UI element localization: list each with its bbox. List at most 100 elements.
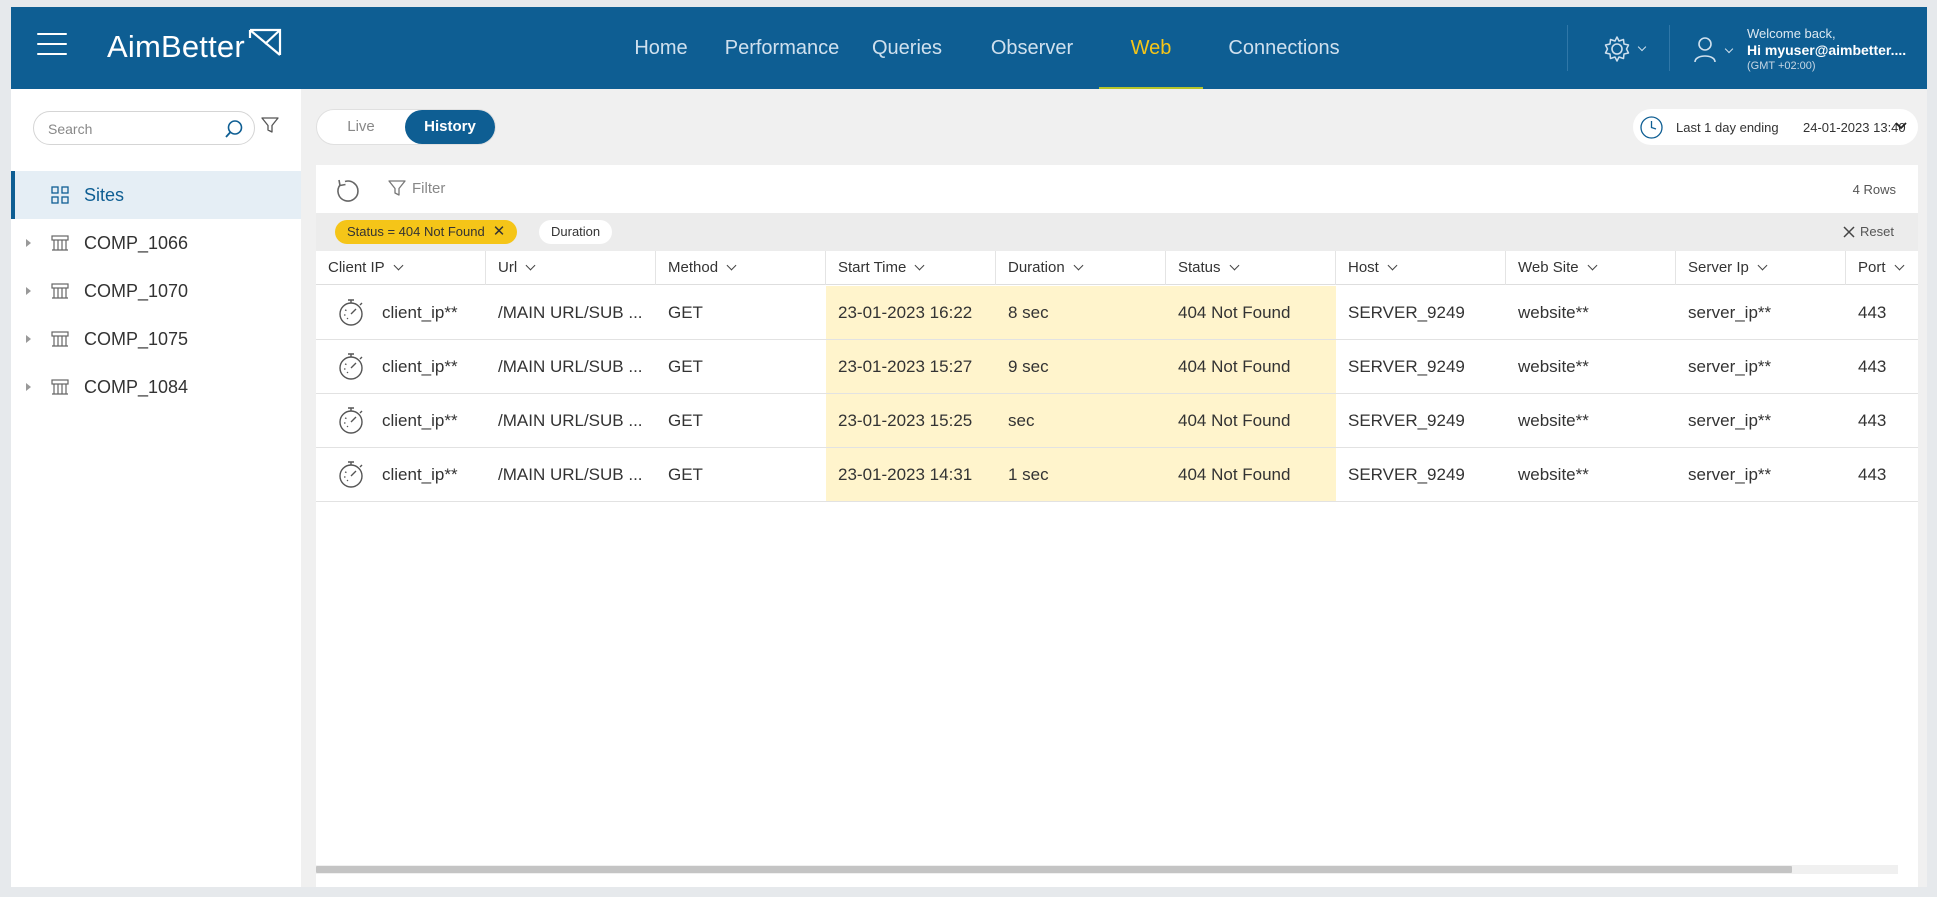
table-row[interactable]: client_ip** /MAIN URL/SUB ... GET 23-01-… [316,394,1918,448]
column-header[interactable]: Port [1846,251,1918,285]
expand-triangle-icon[interactable] [26,287,31,295]
logo-envelope-icon [248,28,282,56]
scrollbar-thumb[interactable] [316,866,1792,873]
column-header[interactable]: Start Time [826,251,996,285]
chevron-down-icon [1229,260,1239,271]
server-ip-cell: server_ip** [1688,465,1772,484]
host-cell: SERVER_9249 [1348,303,1465,322]
sidebar-item-comp-1075[interactable]: COMP_1075 [11,315,301,363]
app-window: AimBetter Home Performance Queries Obser… [11,7,1927,887]
sidebar: Sites COMP_1066 COMP_1070 COMP_1 [11,89,301,887]
nav-connections[interactable]: Connections [1214,7,1354,89]
client-ip-text: client_ip** [382,411,458,430]
reset-button[interactable]: Reset [1843,224,1894,239]
port-cell: 443 [1858,357,1887,376]
server-icon [51,283,69,299]
expand-triangle-icon[interactable] [26,383,31,391]
refresh-icon[interactable] [334,177,362,205]
column-header-label: Web Site [1518,259,1579,276]
table-toolbar: Filter 4 Rows [316,165,1918,213]
search-icon[interactable] [224,119,244,139]
stopwatch-icon [339,353,363,380]
chevron-down-icon [914,260,925,271]
port-cell: 443 [1858,411,1887,430]
column-header[interactable]: Duration [996,251,1166,285]
column-header[interactable]: Client IP [316,251,486,285]
column-header[interactable]: Url [486,251,656,285]
client-ip-text: client_ip** [382,465,458,484]
table-row[interactable]: client_ip** /MAIN URL/SUB ... GET 23-01-… [316,340,1918,394]
user-icon[interactable] [1693,35,1717,63]
column-header-label: Host [1348,259,1379,276]
column-header-label: Status [1178,259,1221,276]
server-ip-cell: server_ip** [1688,303,1772,322]
chevron-down-icon[interactable] [1894,119,1908,133]
hamburger-menu-icon[interactable] [37,33,67,57]
duration-filter-chip[interactable]: Duration [539,220,613,244]
server-icon [51,235,69,251]
duration-cell: 8 sec [996,286,1166,339]
server-icon [51,379,69,395]
nav-home[interactable]: Home [624,7,698,89]
stopwatch-icon [339,461,363,488]
method-cell: GET [668,465,703,484]
url-cell: /MAIN URL/SUB ... [498,357,643,376]
logo-text: AimBetter [107,29,245,64]
url-cell: /MAIN URL/SUB ... [498,411,643,430]
web-site-cell: website** [1518,303,1589,322]
sidebar-item-label: COMP_1070 [84,280,189,301]
duration-cell: 9 sec [996,340,1166,393]
column-header[interactable]: Host [1336,251,1506,285]
live-tab[interactable]: Live [317,110,405,144]
server-icon [51,331,69,347]
close-icon[interactable]: ✕ [493,223,506,240]
chevron-down-icon [1073,260,1084,271]
nav-performance[interactable]: Performance [717,7,847,89]
sidebar-item-label: COMP_1066 [84,232,189,253]
column-header[interactable]: Method [656,251,826,285]
user-welcome[interactable]: Welcome back, Hi myuser@aimbetter.... (G… [1747,26,1906,74]
column-header-label: Server Ip [1688,259,1749,276]
filter-button[interactable]: Filter [388,179,445,197]
time-range-value: 24-01-2023 13:40 [1803,120,1906,135]
expand-triangle-icon[interactable] [26,335,31,343]
expand-triangle-icon[interactable] [26,239,31,247]
filter-icon[interactable] [261,116,279,134]
start-time-cell: 23-01-2023 15:25 [826,394,996,447]
results-panel: Filter 4 Rows Status = 404 Not Found ✕ Du… [316,165,1918,887]
user-chevron-down-icon[interactable] [1724,44,1734,54]
host-cell: SERVER_9249 [1348,411,1465,430]
horizontal-scrollbar[interactable] [316,865,1898,874]
method-cell: GET [668,357,703,376]
nav-web[interactable]: Web [1099,7,1203,89]
time-range-selector[interactable]: Last 1 day ending 24-01-2023 13:40 [1633,109,1918,145]
status-filter-chip-label: Status = 404 Not Found [347,224,485,239]
column-header[interactable]: Web Site [1506,251,1676,285]
search-input[interactable] [48,119,218,139]
chevron-down-icon [393,260,404,271]
sidebar-item-sites[interactable]: Sites [11,171,301,219]
column-header[interactable]: Server Ip [1676,251,1846,285]
sidebar-item-comp-1066[interactable]: COMP_1066 [11,219,301,267]
sidebar-item-comp-1084[interactable]: COMP_1084 [11,363,301,411]
gear-icon[interactable] [1603,35,1631,63]
status-filter-chip[interactable]: Status = 404 Not Found ✕ [335,220,518,244]
chevron-down-icon [1387,260,1398,271]
divider [1669,25,1670,71]
history-tab[interactable]: History [405,110,495,144]
sidebar-item-comp-1070[interactable]: COMP_1070 [11,267,301,315]
table-row[interactable]: client_ip** /MAIN URL/SUB ... GET 23-01-… [316,286,1918,340]
nav-queries[interactable]: Queries [865,7,949,89]
column-header-label: Client IP [328,259,385,276]
reset-label: Reset [1860,224,1894,239]
url-cell: /MAIN URL/SUB ... [498,465,643,484]
settings-chevron-down-icon[interactable] [1637,42,1647,52]
table-row[interactable]: client_ip** /MAIN URL/SUB ... GET 23-01-… [316,448,1918,502]
web-site-cell: website** [1518,411,1589,430]
sidebar-search [33,111,255,145]
close-icon [1843,225,1855,238]
column-header[interactable]: Status [1166,251,1336,285]
divider [1567,25,1568,71]
nav-observer[interactable]: Observer [982,7,1082,89]
client-ip-cell: client_ip** [316,448,486,501]
